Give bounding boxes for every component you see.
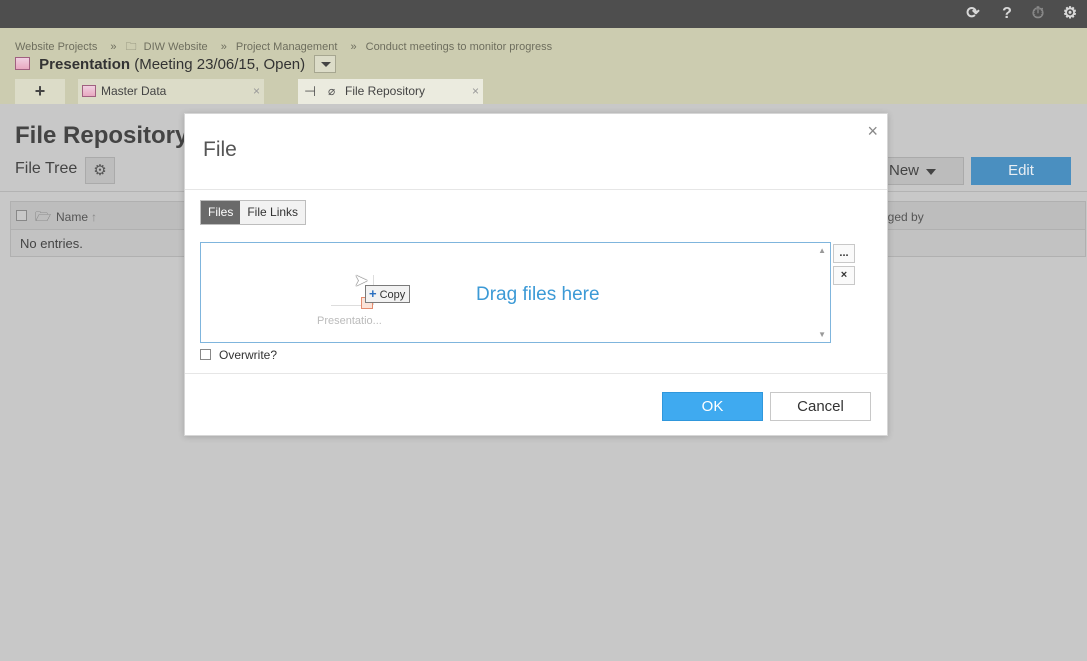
tab-bar: + Master Data × ⊣ ⌀ File Repository × [0,78,1087,104]
paperclip-icon: ⌀ [328,84,336,98]
overwrite-checkbox[interactable] [200,349,211,360]
copy-tooltip: + Copy [365,285,411,303]
sort-icon: ↑ [91,210,98,224]
tab-label: File Repository [345,84,426,98]
segment-file-links[interactable]: File Links [240,201,306,224]
folder-icon: 🗁 [35,209,52,224]
copy-label: Copy [379,289,406,301]
drag-file-label: Presentatio... [317,315,382,327]
divider [185,373,887,374]
ok-button[interactable]: OK [662,392,763,421]
dialog-title: File [203,138,237,161]
edit-button[interactable]: Edit [971,157,1071,185]
object-subtitle: (Meeting 23/06/15, Open) [134,56,306,73]
tab-label: Master Data [101,84,167,98]
close-icon[interactable]: × [472,79,479,104]
clear-button[interactable]: × [833,266,855,285]
scroll-down-icon[interactable]: ▼ [818,330,826,339]
breadcrumb-item-project-management[interactable]: Project Management [236,41,338,53]
file-drop-zone[interactable]: ▲ ▼ Presentatio... ➤ + Copy Drag files he… [200,242,831,343]
folder-icon: 🗀 [125,41,137,53]
breadcrumb-item-conduct-meetings[interactable]: Conduct meetings to monitor progress [366,41,552,53]
plus-icon: + [369,286,377,301]
header-dropdown-button[interactable] [314,55,336,73]
browse-button[interactable]: ... [833,244,855,263]
drag-ghost: Presentatio... ➤ + Copy [317,271,411,341]
close-icon[interactable]: × [867,121,878,142]
gear-icon: ⚙ [93,162,107,179]
empty-message: No entries. [20,236,83,251]
tab-master-data[interactable]: Master Data × [78,79,264,104]
help-icon[interactable]: ? [996,4,1018,24]
presentation-icon [15,57,30,70]
object-title: Presentation [39,56,131,73]
top-bar: ⟳ ? ⏱ ⚙ [0,0,1087,28]
tab-file-repository[interactable]: ⊣ ⌀ File Repository × [298,79,483,104]
breadcrumb-separator: » [350,41,357,53]
close-icon[interactable]: × [253,79,260,104]
breadcrumb-separator: » [110,41,117,53]
chevron-down-icon [926,169,936,175]
drop-hint-text: Drag files here [476,284,600,305]
sync-icon[interactable]: ⟳ [962,4,984,24]
presentation-icon [82,85,96,97]
overwrite-label: Overwrite? [219,348,278,362]
add-tab-button[interactable]: + [15,79,65,104]
column-header-name[interactable]: Name ↑ [56,210,97,224]
settings-icon[interactable]: ⚙ [1059,4,1081,24]
segment-files[interactable]: Files [201,201,241,224]
file-dialog: File × Files File Links ▲ ▼ Presentatio.… [184,113,888,436]
timer-icon[interactable]: ⏱ [1027,4,1049,24]
new-button-label: New [889,162,920,179]
select-all-checkbox[interactable] [16,210,27,221]
divider [185,189,887,190]
file-tree-settings-button[interactable]: ⚙ [85,157,115,184]
cancel-button[interactable]: Cancel [770,392,871,421]
breadcrumb: Website Projects » 🗀 DIW Website » Proje… [15,38,556,57]
breadcrumb-separator: » [220,41,227,53]
header: Website Projects » 🗀 DIW Website » Proje… [0,28,1087,104]
column-label: Name [56,210,89,224]
pin-icon[interactable]: ⊣ [304,79,316,104]
file-tree-label: File Tree [15,160,78,177]
breadcrumb-item-diw-website[interactable]: DIW Website [144,41,208,53]
page-header-title: Presentation (Meeting 23/06/15, Open) [15,56,305,73]
segment-control: Files File Links [200,200,307,225]
page-title: File Repository [15,122,189,149]
scroll-up-icon[interactable]: ▲ [818,246,826,255]
overwrite-option[interactable]: Overwrite? [200,348,277,362]
breadcrumb-item-website-projects[interactable]: Website Projects [15,41,97,53]
